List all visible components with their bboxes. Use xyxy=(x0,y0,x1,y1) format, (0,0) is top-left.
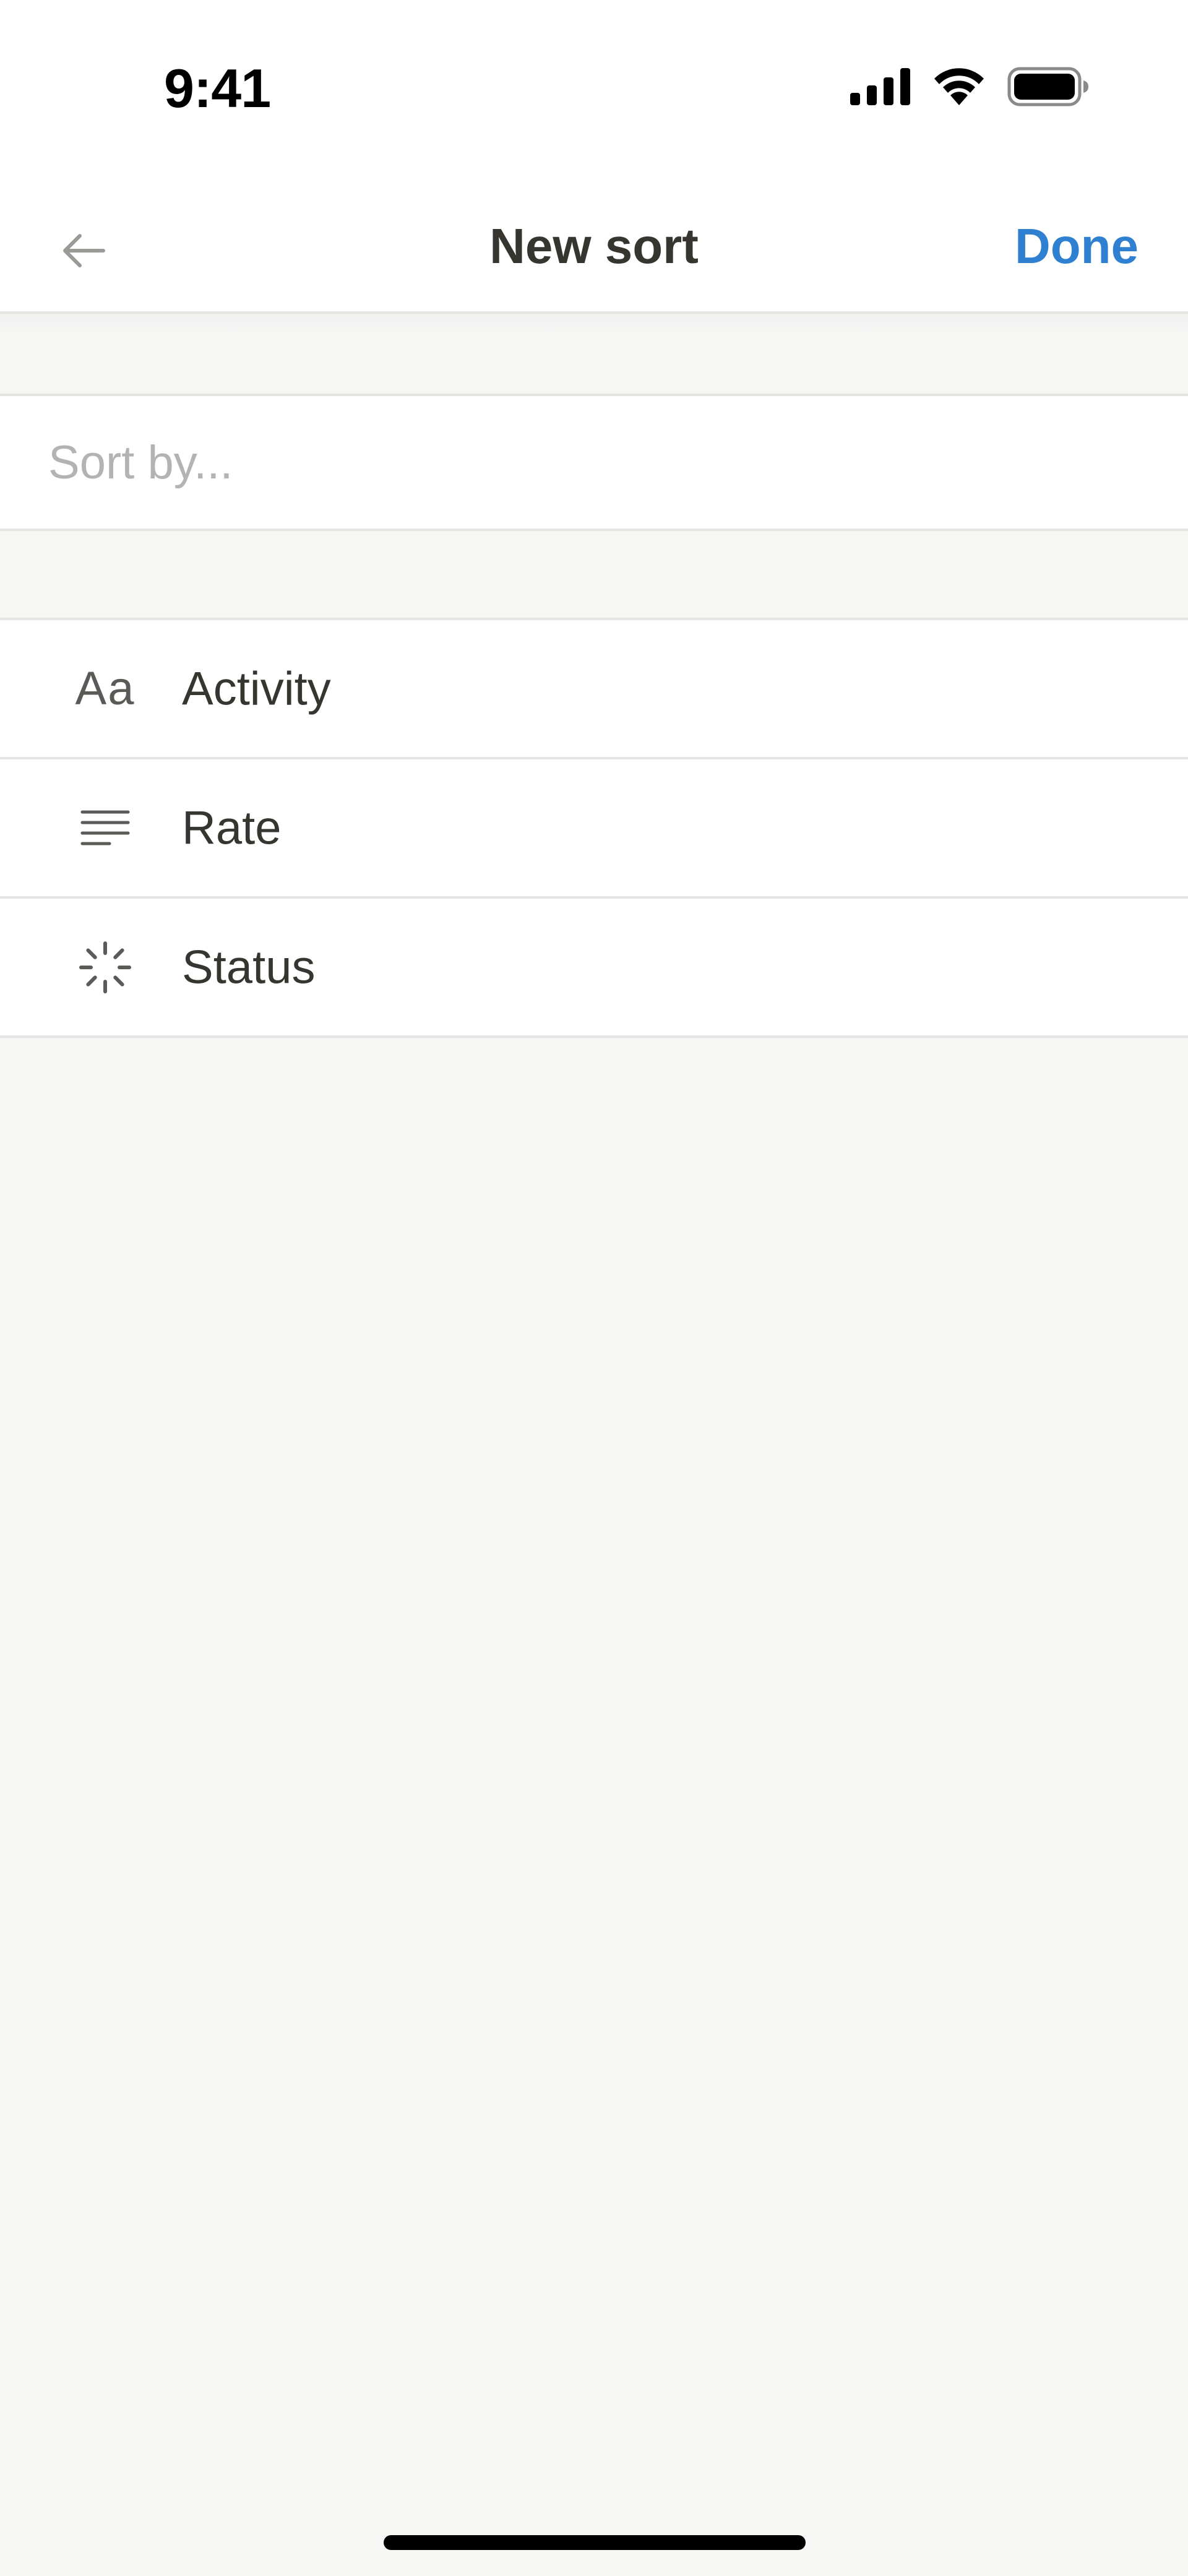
home-indicator[interactable] xyxy=(384,2535,806,2550)
status-bar: 9:41 xyxy=(0,0,1188,161)
text-type-icon-glyph: Aa xyxy=(75,662,136,715)
property-item-status[interactable]: Status xyxy=(0,899,1188,1038)
property-label: Status xyxy=(182,941,316,993)
property-item-activity[interactable]: Aa Activity xyxy=(0,620,1188,759)
text-type-icon: Aa xyxy=(68,652,142,726)
battery-icon xyxy=(1007,67,1089,110)
search-row xyxy=(0,394,1188,531)
cellular-signal-icon xyxy=(850,68,911,108)
property-label: Rate xyxy=(182,802,282,854)
wifi-icon xyxy=(932,67,986,110)
nav-bar: New sort Done xyxy=(0,161,1188,314)
arrow-left-icon xyxy=(59,226,108,279)
back-button[interactable] xyxy=(50,218,118,286)
lines-icon xyxy=(68,791,142,865)
property-item-rate[interactable]: Rate xyxy=(0,759,1188,899)
property-label: Activity xyxy=(182,662,331,715)
done-button[interactable]: Done xyxy=(1015,218,1138,275)
status-loader-icon xyxy=(68,930,142,1005)
status-time: 9:41 xyxy=(164,58,271,119)
status-icons xyxy=(850,67,1089,110)
nav-shadow xyxy=(0,314,1188,332)
property-list: Aa Activity Rate Status xyxy=(0,618,1188,1038)
page-title: New sort xyxy=(489,218,699,274)
sort-by-search-input[interactable] xyxy=(48,396,1137,529)
